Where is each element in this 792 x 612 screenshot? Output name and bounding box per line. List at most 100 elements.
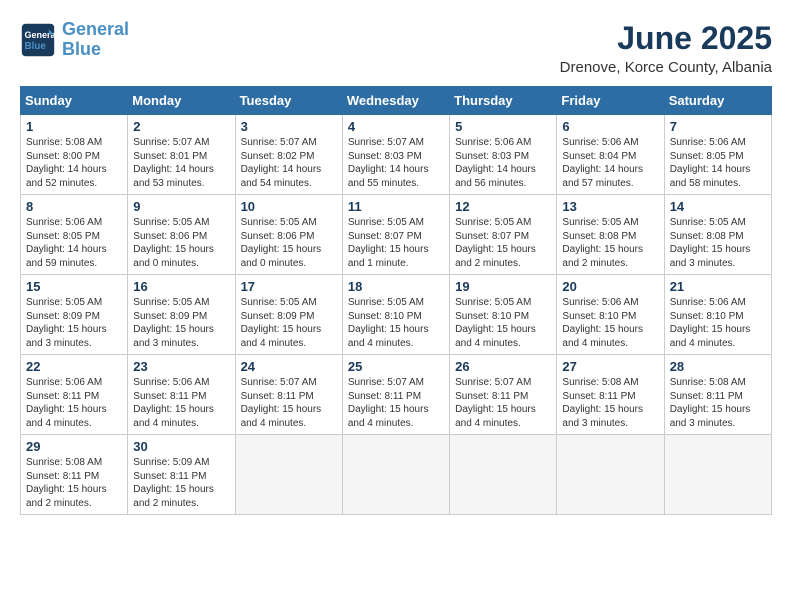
logo-icon: General Blue [20, 22, 56, 58]
logo-line2: Blue [62, 39, 101, 59]
calendar-cell [450, 435, 557, 515]
logo-text: General Blue [62, 20, 129, 60]
day-number: 3 [241, 119, 337, 134]
day-number: 24 [241, 359, 337, 374]
day-info: Sunrise: 5:07 AM Sunset: 8:11 PM Dayligh… [348, 376, 444, 430]
day-number: 16 [133, 279, 229, 294]
day-number: 2 [133, 119, 229, 134]
calendar-cell: 21Sunrise: 5:06 AM Sunset: 8:10 PM Dayli… [664, 275, 771, 355]
day-number: 1 [26, 119, 122, 134]
day-info: Sunrise: 5:06 AM Sunset: 8:05 PM Dayligh… [26, 216, 122, 270]
day-info: Sunrise: 5:07 AM Sunset: 8:11 PM Dayligh… [241, 376, 337, 430]
calendar-cell: 3 Sunrise: 5:07 AM Sunset: 8:02 PM Daylig… [235, 115, 342, 195]
weekday-header-monday: Monday [128, 87, 235, 115]
calendar-cell: 8Sunrise: 5:06 AM Sunset: 8:05 PM Daylig… [21, 195, 128, 275]
day-info: Sunrise: 5:07 AM Sunset: 8:02 PM Dayligh… [241, 136, 337, 190]
day-number: 9 [133, 199, 229, 214]
week-row-4: 22 Sunrise: 5:06 AM Sunset: 8:11 PM Dayli… [21, 355, 772, 435]
calendar-cell: 9 Sunrise: 5:05 AM Sunset: 8:06 PM Daylig… [128, 195, 235, 275]
logo: General Blue General Blue [20, 20, 129, 60]
calendar-title: June 2025 [560, 20, 772, 57]
calendar-cell: 5 Sunrise: 5:06 AM Sunset: 8:03 PM Daylig… [450, 115, 557, 195]
day-info: Sunrise: 5:05 AM Sunset: 8:08 PM Dayligh… [562, 216, 658, 270]
day-info: Sunrise: 5:05 AM Sunset: 8:10 PM Dayligh… [348, 296, 444, 350]
calendar-subtitle: Drenove, Korce County, Albania [560, 59, 772, 76]
week-row-2: 8Sunrise: 5:06 AM Sunset: 8:05 PM Daylig… [21, 195, 772, 275]
weekday-header-tuesday: Tuesday [235, 87, 342, 115]
weekday-header-friday: Friday [557, 87, 664, 115]
day-number: 13 [562, 199, 658, 214]
weekday-header-saturday: Saturday [664, 87, 771, 115]
weekday-header-row: SundayMondayTuesdayWednesdayThursdayFrid… [21, 87, 772, 115]
calendar-cell: 13 Sunrise: 5:05 AM Sunset: 8:08 PM Dayli… [557, 195, 664, 275]
day-number: 27 [562, 359, 658, 374]
day-number: 18 [348, 279, 444, 294]
week-row-3: 15 Sunrise: 5:05 AM Sunset: 8:09 PM Dayli… [21, 275, 772, 355]
calendar-cell [235, 435, 342, 515]
day-info: Sunrise: 5:08 AM Sunset: 8:11 PM Dayligh… [562, 376, 658, 430]
day-number: 12 [455, 199, 551, 214]
day-info: Sunrise: 5:05 AM Sunset: 8:09 PM Dayligh… [26, 296, 122, 350]
day-number: 22 [26, 359, 122, 374]
day-info: Sunrise: 5:06 AM Sunset: 8:03 PM Dayligh… [455, 136, 551, 190]
day-info: Sunrise: 5:06 AM Sunset: 8:11 PM Dayligh… [26, 376, 122, 430]
calendar-cell: 23 Sunrise: 5:06 AM Sunset: 8:11 PM Dayli… [128, 355, 235, 435]
calendar-cell: 14 Sunrise: 5:05 AM Sunset: 8:08 PM Dayli… [664, 195, 771, 275]
calendar-cell: 11Sunrise: 5:05 AM Sunset: 8:07 PM Dayli… [342, 195, 449, 275]
day-info: Sunrise: 5:06 AM Sunset: 8:11 PM Dayligh… [133, 376, 229, 430]
weekday-header-thursday: Thursday [450, 87, 557, 115]
day-info: Sunrise: 5:07 AM Sunset: 8:01 PM Dayligh… [133, 136, 229, 190]
day-number: 5 [455, 119, 551, 134]
calendar-cell: 24 Sunrise: 5:07 AM Sunset: 8:11 PM Dayli… [235, 355, 342, 435]
logo-line1: General [62, 19, 129, 39]
day-number: 7 [670, 119, 766, 134]
day-info: Sunrise: 5:05 AM Sunset: 8:07 PM Dayligh… [455, 216, 551, 270]
calendar-cell: 12 Sunrise: 5:05 AM Sunset: 8:07 PM Dayli… [450, 195, 557, 275]
day-info: Sunrise: 5:07 AM Sunset: 8:11 PM Dayligh… [455, 376, 551, 430]
calendar-cell: 10Sunrise: 5:05 AM Sunset: 8:06 PM Dayli… [235, 195, 342, 275]
day-number: 14 [670, 199, 766, 214]
day-number: 26 [455, 359, 551, 374]
calendar-cell: 6 Sunrise: 5:06 AM Sunset: 8:04 PM Daylig… [557, 115, 664, 195]
weekday-header-wednesday: Wednesday [342, 87, 449, 115]
calendar-cell: 19 Sunrise: 5:05 AM Sunset: 8:10 PM Dayli… [450, 275, 557, 355]
day-number: 25 [348, 359, 444, 374]
day-number: 11 [348, 199, 444, 214]
day-number: 23 [133, 359, 229, 374]
day-number: 28 [670, 359, 766, 374]
day-info: Sunrise: 5:05 AM Sunset: 8:08 PM Dayligh… [670, 216, 766, 270]
day-number: 6 [562, 119, 658, 134]
page-header: General Blue General Blue June 2025 Dren… [20, 20, 772, 76]
calendar-cell: 26 Sunrise: 5:07 AM Sunset: 8:11 PM Dayli… [450, 355, 557, 435]
week-row-5: 29Sunrise: 5:08 AM Sunset: 8:11 PM Dayli… [21, 435, 772, 515]
day-number: 19 [455, 279, 551, 294]
calendar-cell: 25 Sunrise: 5:07 AM Sunset: 8:11 PM Dayli… [342, 355, 449, 435]
calendar-cell: 28 Sunrise: 5:08 AM Sunset: 8:11 PM Dayli… [664, 355, 771, 435]
day-info: Sunrise: 5:09 AM Sunset: 8:11 PM Dayligh… [133, 456, 229, 510]
day-number: 20 [562, 279, 658, 294]
day-number: 29 [26, 439, 122, 454]
calendar-cell: 4Sunrise: 5:07 AM Sunset: 8:03 PM Daylig… [342, 115, 449, 195]
day-number: 10 [241, 199, 337, 214]
calendar-cell [664, 435, 771, 515]
day-info: Sunrise: 5:05 AM Sunset: 8:10 PM Dayligh… [455, 296, 551, 350]
day-info: Sunrise: 5:08 AM Sunset: 8:11 PM Dayligh… [670, 376, 766, 430]
title-area: June 2025 Drenove, Korce County, Albania [560, 20, 772, 76]
weekday-header-sunday: Sunday [21, 87, 128, 115]
calendar-cell: 16Sunrise: 5:05 AM Sunset: 8:09 PM Dayli… [128, 275, 235, 355]
calendar-cell: 29Sunrise: 5:08 AM Sunset: 8:11 PM Dayli… [21, 435, 128, 515]
calendar-cell [557, 435, 664, 515]
day-number: 17 [241, 279, 337, 294]
day-info: Sunrise: 5:06 AM Sunset: 8:10 PM Dayligh… [562, 296, 658, 350]
day-info: Sunrise: 5:08 AM Sunset: 8:00 PM Dayligh… [26, 136, 122, 190]
calendar-cell: 15 Sunrise: 5:05 AM Sunset: 8:09 PM Dayli… [21, 275, 128, 355]
calendar-cell: 20 Sunrise: 5:06 AM Sunset: 8:10 PM Dayli… [557, 275, 664, 355]
day-info: Sunrise: 5:06 AM Sunset: 8:04 PM Dayligh… [562, 136, 658, 190]
calendar-cell: 22 Sunrise: 5:06 AM Sunset: 8:11 PM Dayli… [21, 355, 128, 435]
svg-text:Blue: Blue [25, 41, 47, 52]
day-info: Sunrise: 5:05 AM Sunset: 8:06 PM Dayligh… [133, 216, 229, 270]
calendar-cell: 2 Sunrise: 5:07 AM Sunset: 8:01 PM Daylig… [128, 115, 235, 195]
day-number: 21 [670, 279, 766, 294]
day-number: 30 [133, 439, 229, 454]
day-number: 15 [26, 279, 122, 294]
